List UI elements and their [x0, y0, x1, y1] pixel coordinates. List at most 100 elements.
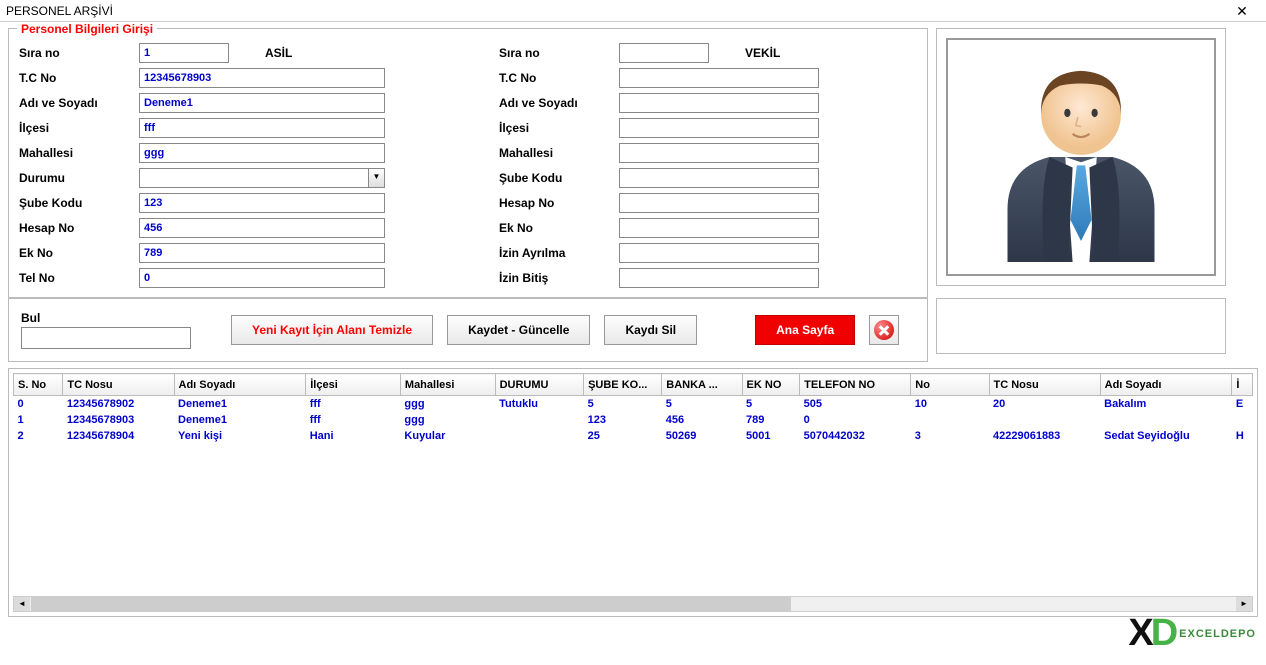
grid-header[interactable]: TC Nosu [989, 374, 1100, 396]
grid-header[interactable]: TELEFON NO [800, 374, 911, 396]
table-cell[interactable]: 12345678904 [63, 428, 174, 444]
grid-header-row[interactable]: S. NoTC NosuAdı SoyadıİlçesiMahallesiDUR… [14, 374, 1253, 396]
table-cell[interactable]: H [1232, 428, 1253, 444]
table-cell[interactable]: 5001 [742, 428, 800, 444]
grid-header[interactable]: ŞUBE KO... [584, 374, 662, 396]
table-cell[interactable] [911, 412, 989, 428]
yeni-kayit-button[interactable]: Yeni Kayıt İçin Alanı Temizle [231, 315, 433, 345]
lbl-v-ilcesi: İlçesi [499, 121, 619, 135]
table-cell[interactable]: 789 [742, 412, 800, 428]
grid-header[interactable]: Mahallesi [400, 374, 495, 396]
bul-input[interactable] [21, 327, 191, 349]
grid-header[interactable]: TC Nosu [63, 374, 174, 396]
table-cell[interactable]: 5 [662, 396, 742, 412]
table-cell[interactable]: Kuyular [400, 428, 495, 444]
input-v-tc-no[interactable] [619, 68, 819, 88]
table-cell[interactable]: Tutuklu [495, 396, 584, 412]
table-cell[interactable]: 0 [800, 412, 911, 428]
table-cell[interactable]: 2 [14, 428, 63, 444]
input-sira-no[interactable] [139, 43, 229, 63]
table-row[interactable]: 112345678903Deneme1fffggg 1234567890 [14, 412, 1253, 428]
table-cell[interactable]: 0 [14, 396, 63, 412]
table-cell[interactable]: Bakalım [1100, 396, 1232, 412]
table-row[interactable]: 012345678902Deneme1fffgggTutuklu55550510… [14, 396, 1253, 412]
close-button[interactable]: ✕ [1224, 1, 1260, 21]
table-cell[interactable]: 123 [584, 412, 662, 428]
table-cell[interactable]: 25 [584, 428, 662, 444]
input-tc-no[interactable] [139, 68, 385, 88]
input-v-sira-no[interactable] [619, 43, 709, 63]
table-cell[interactable] [1232, 412, 1253, 428]
table-cell[interactable] [495, 412, 584, 428]
input-v-sube-kodu[interactable] [619, 168, 819, 188]
table-cell[interactable]: Deneme1 [174, 396, 306, 412]
grid-header[interactable]: İlçesi [306, 374, 401, 396]
scroll-left-icon[interactable]: ◄ [14, 597, 30, 611]
dropdown-durumu[interactable]: ▼ [139, 168, 385, 188]
input-v-izin-bitis[interactable] [619, 268, 819, 288]
table-cell[interactable]: E [1232, 396, 1253, 412]
input-v-adi-soyadi[interactable] [619, 93, 819, 113]
grid-header[interactable]: EK NO [742, 374, 800, 396]
table-cell[interactable]: Deneme1 [174, 412, 306, 428]
grid-header[interactable]: BANKA ... [662, 374, 742, 396]
scroll-right-icon[interactable]: ► [1236, 597, 1252, 611]
input-v-ek-no[interactable] [619, 218, 819, 238]
input-mahallesi[interactable] [139, 143, 385, 163]
lbl-ek-no: Ek No [19, 246, 139, 260]
horizontal-scrollbar[interactable]: ◄ ► [13, 596, 1253, 612]
table-cell[interactable]: 5 [742, 396, 800, 412]
input-v-hesap-no[interactable] [619, 193, 819, 213]
input-v-ilcesi[interactable] [619, 118, 819, 138]
kaydet-button[interactable]: Kaydet - Güncelle [447, 315, 590, 345]
table-cell[interactable]: ggg [400, 396, 495, 412]
table-cell[interactable] [1100, 412, 1232, 428]
table-cell[interactable]: 5 [584, 396, 662, 412]
table-cell[interactable]: 456 [662, 412, 742, 428]
photo-frame[interactable] [946, 38, 1216, 276]
vekil-label: VEKİL [745, 46, 780, 60]
input-v-izin-ayrilma[interactable] [619, 243, 819, 263]
table-cell[interactable]: 42229061883 [989, 428, 1100, 444]
grid-header[interactable]: İ [1232, 374, 1253, 396]
table-cell[interactable]: 12345678902 [63, 396, 174, 412]
table-cell[interactable]: Yeni kişi [174, 428, 306, 444]
lbl-hesap-no: Hesap No [19, 221, 139, 235]
table-cell[interactable]: 1 [14, 412, 63, 428]
scroll-thumb[interactable] [31, 597, 791, 611]
table-cell[interactable]: ggg [400, 412, 495, 428]
grid-body[interactable]: 012345678902Deneme1fffgggTutuklu55550510… [14, 396, 1253, 444]
table-cell[interactable]: 10 [911, 396, 989, 412]
input-v-mahallesi[interactable] [619, 143, 819, 163]
input-ilcesi[interactable] [139, 118, 385, 138]
grid-header[interactable]: DURUMU [495, 374, 584, 396]
input-sube-kodu[interactable] [139, 193, 385, 213]
table-cell[interactable] [989, 412, 1100, 428]
grid-header[interactable]: Adı Soyadı [174, 374, 306, 396]
ana-sayfa-button[interactable]: Ana Sayfa [755, 315, 855, 345]
input-tel-no[interactable] [139, 268, 385, 288]
table-cell[interactable]: 3 [911, 428, 989, 444]
table-cell[interactable]: 5070442032 [800, 428, 911, 444]
grid-header[interactable]: S. No [14, 374, 63, 396]
chevron-down-icon[interactable]: ▼ [368, 169, 384, 187]
table-cell[interactable] [495, 428, 584, 444]
table-cell[interactable]: Sedat Seyidoğlu [1100, 428, 1232, 444]
input-hesap-no[interactable] [139, 218, 385, 238]
data-grid[interactable]: S. NoTC NosuAdı SoyadıİlçesiMahallesiDUR… [13, 373, 1253, 444]
table-cell[interactable]: fff [306, 396, 401, 412]
grid-header[interactable]: No [911, 374, 989, 396]
input-ek-no[interactable] [139, 243, 385, 263]
table-cell[interactable]: 20 [989, 396, 1100, 412]
table-cell[interactable]: 50269 [662, 428, 742, 444]
table-row[interactable]: 212345678904Yeni kişiHaniKuyular25502695… [14, 428, 1253, 444]
table-cell[interactable]: Hani [306, 428, 401, 444]
table-cell[interactable]: 505 [800, 396, 911, 412]
grid-header[interactable]: Adı Soyadı [1100, 374, 1232, 396]
input-adi-soyadi[interactable] [139, 93, 385, 113]
cancel-button[interactable] [869, 315, 899, 345]
lbl-v-mahallesi: Mahallesi [499, 146, 619, 160]
table-cell[interactable]: fff [306, 412, 401, 428]
table-cell[interactable]: 12345678903 [63, 412, 174, 428]
kaydi-sil-button[interactable]: Kaydı Sil [604, 315, 697, 345]
